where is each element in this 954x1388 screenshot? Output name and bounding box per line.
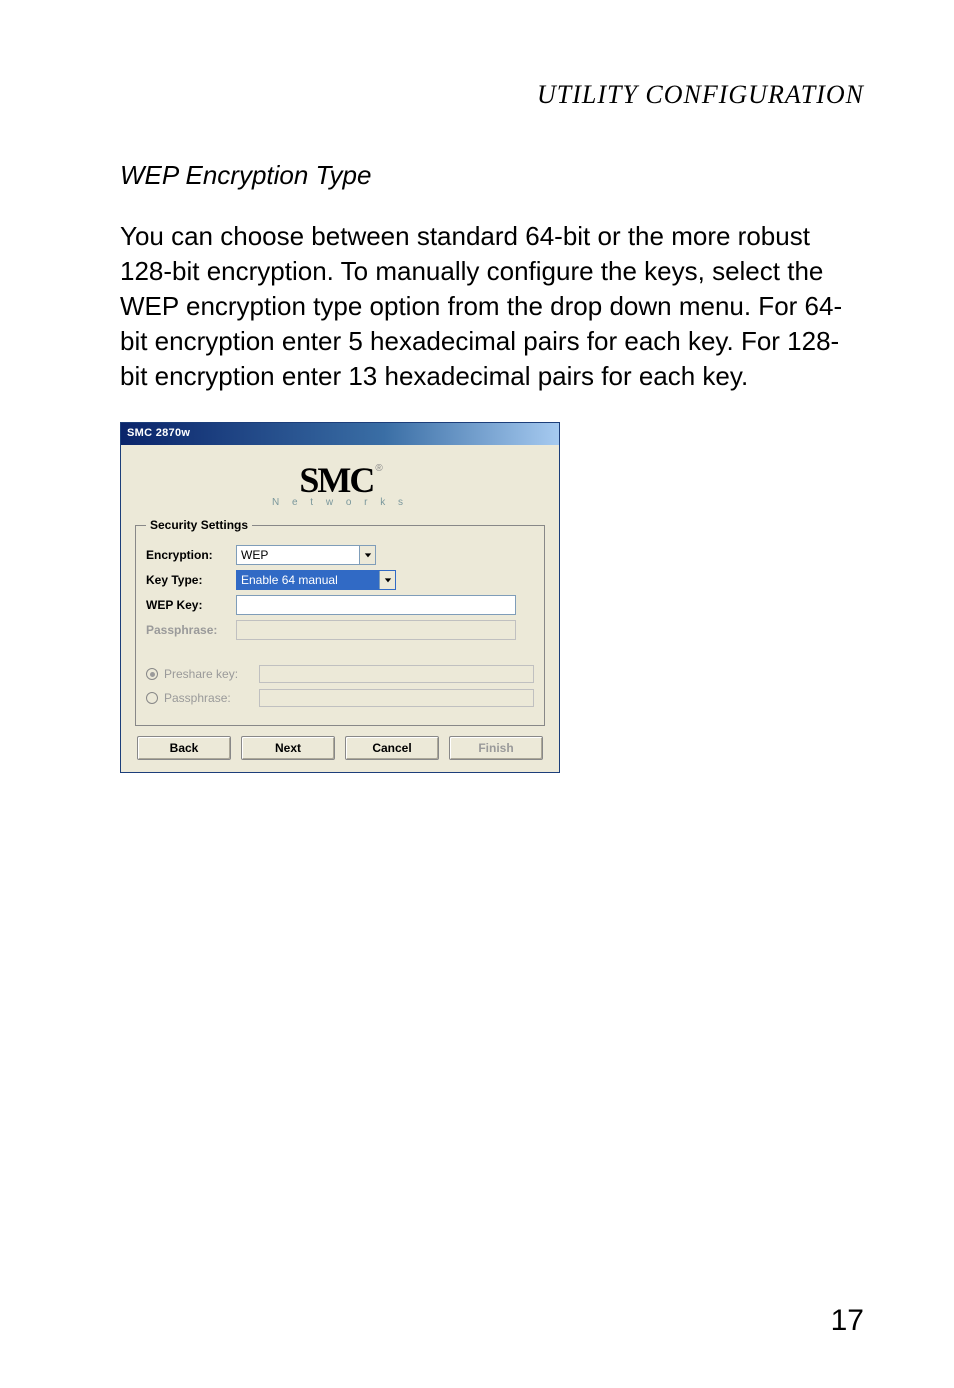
section-title: WEP Encryption Type [120,160,864,191]
row-passphrase-radio: Passphrase: [146,689,534,707]
cancel-button[interactable]: Cancel [345,736,439,760]
row-preshare-radio: Preshare key: [146,665,534,683]
body-paragraph: You can choose between standard 64-bit o… [120,219,864,394]
button-row: Back Next Cancel Finish [135,736,545,760]
preshare-radio [146,668,158,680]
row-wep-key: WEP Key: [146,595,534,615]
row-passphrase-top: Passphrase: [146,620,534,640]
label-passphrase-top: Passphrase: [146,623,236,637]
encryption-select[interactable]: WEP [236,545,376,565]
passphrase-radio [146,692,158,704]
row-encryption: Encryption: WEP [146,545,534,565]
running-header-text: UTILITY CONFIGURATION [537,80,864,109]
passphrase-radio-input [259,689,534,707]
logo-brand: SMC [299,459,373,501]
logo: SMC® N e t w o r k s [135,459,545,508]
row-key-type: Key Type: Enable 64 manual [146,570,534,590]
label-encryption: Encryption: [146,548,236,562]
back-button[interactable]: Back [137,736,231,760]
label-passphrase-radio: Passphrase: [164,691,259,705]
key-type-select[interactable]: Enable 64 manual [236,570,396,590]
encryption-select-value: WEP [241,548,268,562]
page-number: 17 [831,1304,864,1338]
finish-button: Finish [449,736,543,760]
running-header: UTILITY CONFIGURATION [120,80,864,110]
page: UTILITY CONFIGURATION WEP Encryption Typ… [0,0,954,1388]
security-settings-fieldset: Security Settings Encryption: WEP Key Ty… [135,518,545,726]
wep-key-input[interactable] [236,595,516,615]
dropdown-caret-icon[interactable] [359,546,375,564]
next-button[interactable]: Next [241,736,335,760]
label-wep-key: WEP Key: [146,598,236,612]
dialog-title-bar: SMC 2870w [121,423,559,445]
label-key-type: Key Type: [146,573,236,587]
key-type-select-value: Enable 64 manual [241,573,338,587]
dropdown-caret-icon[interactable] [379,571,395,589]
fieldset-legend: Security Settings [146,518,252,532]
passphrase-top-input [236,620,516,640]
preshare-key-input [259,665,534,683]
dialog-body: SMC® N e t w o r k s Security Settings E… [121,445,559,772]
logo-reg: ® [375,463,382,474]
label-preshare-radio: Preshare key: [164,667,259,681]
dialog-window: SMC 2870w SMC® N e t w o r k s Security … [120,422,560,773]
